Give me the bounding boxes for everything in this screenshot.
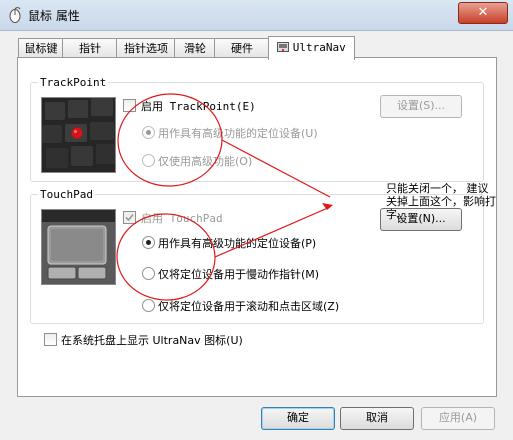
tab-pointer-options[interactable]: 指针选项 [116, 38, 176, 58]
touchpad-slow-pointer-radio[interactable] [142, 267, 155, 280]
enable-touchpad-checkbox[interactable] [123, 211, 136, 224]
annotation-line-2: 关掉上面这个，影响打 [386, 195, 496, 208]
apply-button[interactable]: 应用(A) [421, 407, 495, 430]
trackpoint-advanced-only-radio[interactable] [142, 154, 155, 167]
touchpad-device-image [42, 210, 115, 284]
touchpad-scroll-click-radio[interactable] [142, 299, 155, 312]
tab-wheel[interactable]: 滑轮 [174, 38, 216, 58]
mouse-icon [9, 7, 21, 23]
trackpoint-advanced-radio[interactable] [142, 126, 155, 139]
tab-pointers[interactable]: 指针 [62, 38, 118, 58]
trackpoint-keyboard-image [42, 98, 115, 172]
trackpoint-advanced-only-label: 仅使用高级功能(O) [158, 155, 253, 168]
touchpad-image [41, 209, 116, 285]
show-tray-icon-label: 在系统托盘上显示 UltraNav 图标(U) [61, 334, 243, 347]
trackpoint-advanced-label: 用作具有高级功能的定位设备(U) [158, 127, 318, 140]
cancel-button[interactable]: 取消 [340, 407, 414, 430]
annotation-line-1: 只能关闭一个， 建议 [386, 182, 489, 195]
annotation-line-3: 字。 [386, 208, 408, 221]
trackpoint-image [41, 97, 116, 173]
window-title: 鼠标 属性 [28, 9, 80, 23]
touchpad-scroll-click-label: 仅将定位设备用于滚动和点击区域(Z) [158, 300, 340, 313]
title-bar: 鼠标 属性 ✕ [0, 0, 513, 31]
tab-ultranav[interactable]: UltraNav [268, 36, 355, 60]
enable-touchpad-label: 启用 TouchPad [141, 212, 223, 225]
tab-hardware[interactable]: 硬件 [214, 38, 270, 58]
close-button[interactable]: ✕ [458, 2, 508, 24]
enable-trackpoint-label: 启用 TrackPoint(E) [141, 100, 256, 113]
trackpoint-group-label: TrackPoint [38, 76, 109, 89]
ultranav-tab-icon [277, 42, 290, 52]
enable-trackpoint-checkbox[interactable] [123, 99, 136, 112]
touchpad-group-label: TouchPad [38, 188, 95, 201]
tab-ultranav-label: UltraNav [292, 41, 346, 54]
ok-button[interactable]: 确定 [261, 407, 335, 430]
touchpad-slow-pointer-label: 仅将定位设备用于慢动作指针(M) [158, 268, 320, 281]
checkmark-icon [125, 213, 134, 222]
show-tray-icon-checkbox[interactable] [44, 333, 57, 346]
trackpoint-settings-button[interactable]: 设置(S)... [380, 95, 462, 118]
touchpad-advanced-radio[interactable] [142, 236, 155, 249]
touchpad-advanced-label: 用作具有高级功能的定位设备(P) [158, 237, 317, 250]
tab-buttons[interactable]: 鼠标键 [18, 38, 64, 58]
